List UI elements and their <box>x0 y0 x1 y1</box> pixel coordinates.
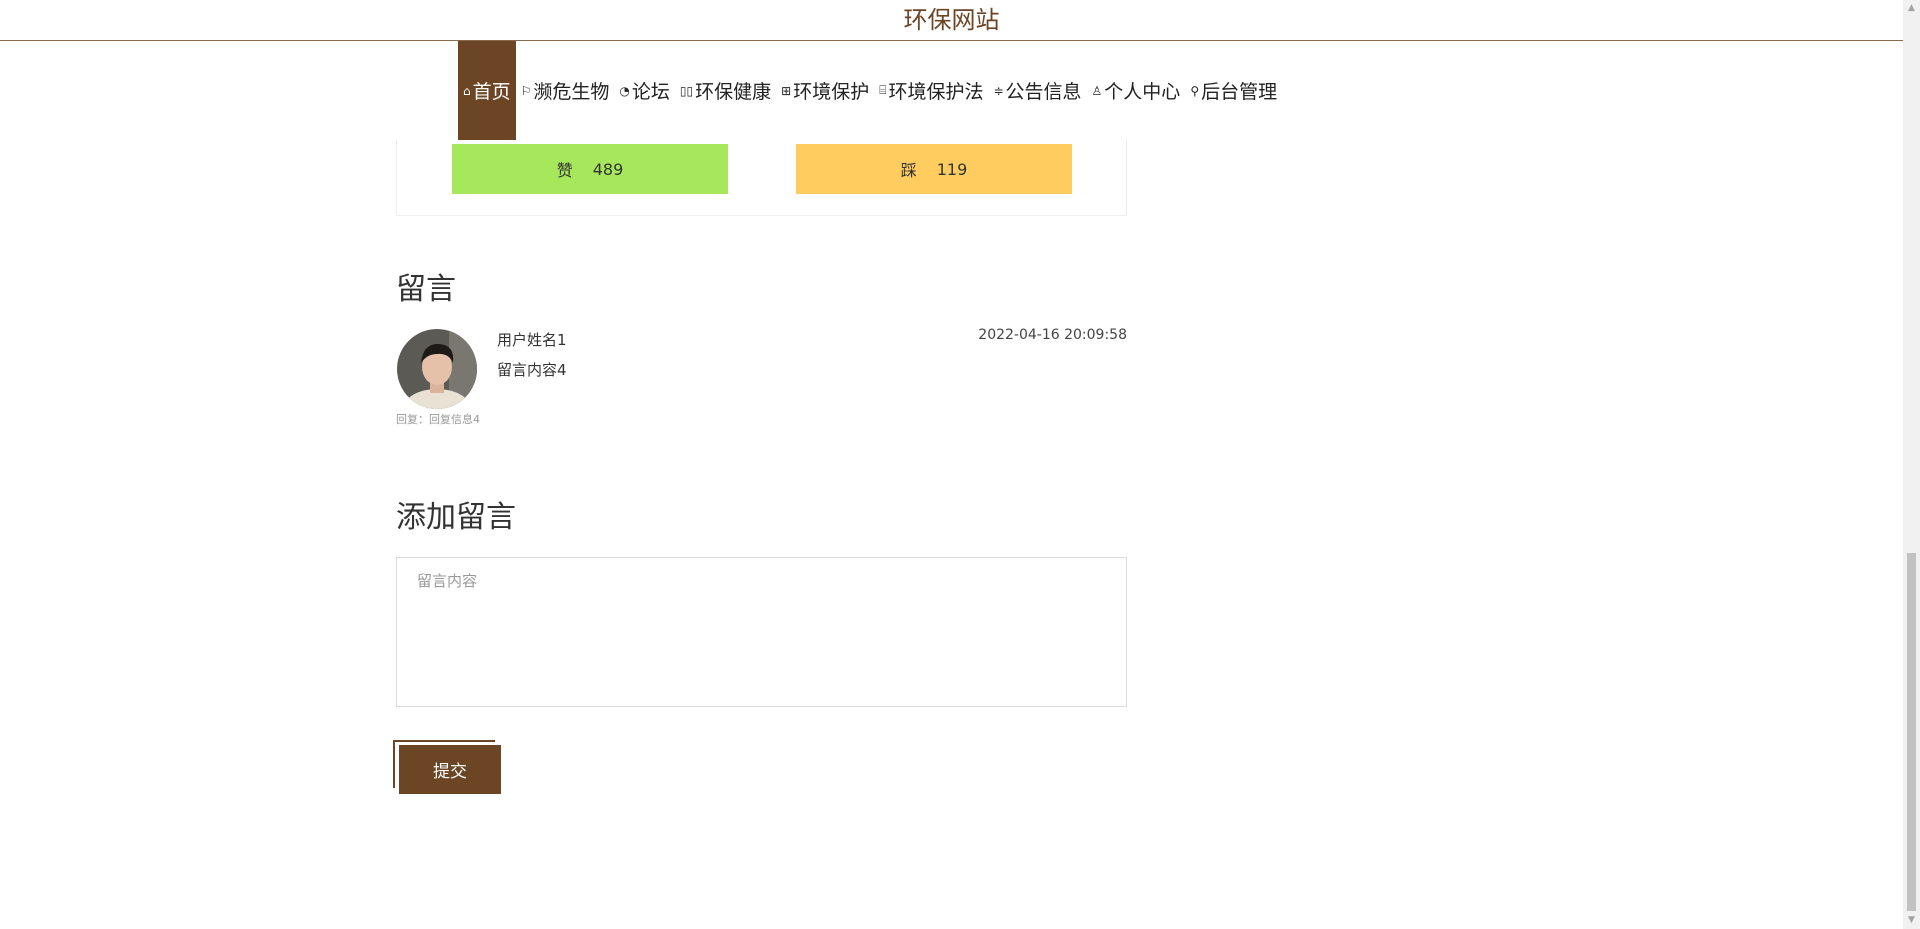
avatar <box>397 329 477 409</box>
flag-icon: ⚐ <box>520 83 532 98</box>
grid-icon: ⊞ <box>781 83 792 98</box>
nav-item-endangered-species[interactable]: ⚐ 濒危生物 <box>516 41 615 140</box>
nav-item-env-protection[interactable]: ⊞ 环境保护 <box>776 41 874 140</box>
nav-item-announcements[interactable]: ≑ 公告信息 <box>988 41 1086 140</box>
submit-button[interactable]: 提交 <box>399 745 501 794</box>
add-comment-heading: 添加留言 <box>396 500 516 535</box>
vote-panel: 赞 489 踩 119 <box>396 140 1127 216</box>
vertical-scrollbar[interactable]: ▲ ▼ <box>1903 0 1920 929</box>
dislike-button[interactable]: 踩 119 <box>796 144 1072 194</box>
link-icon: ⚲ <box>1190 83 1200 98</box>
scroll-thumb[interactable] <box>1907 553 1916 911</box>
like-button[interactable]: 赞 489 <box>452 144 728 194</box>
like-count: 489 <box>592 159 624 179</box>
dislike-count: 119 <box>936 159 968 179</box>
nav-item-home[interactable]: ⌂ 首页 <box>458 41 516 140</box>
scroll-up-arrow-icon[interactable]: ▲ <box>1903 0 1920 17</box>
comments-heading: 留言 <box>396 272 456 307</box>
scroll-down-arrow-icon[interactable]: ▼ <box>1903 912 1920 929</box>
building-icon: ⌸ <box>879 83 887 97</box>
site-title: 环保网站 <box>0 0 1903 41</box>
nav-item-env-law[interactable]: ⌸ 环境保护法 <box>874 41 988 140</box>
like-label: 赞 <box>556 161 573 180</box>
nav-item-label: 个人中心 <box>1104 81 1181 103</box>
dislike-label: 踩 <box>900 161 917 180</box>
comment-username: 用户姓名1 <box>497 331 567 349</box>
comment-reply: 回复：回复信息4 <box>396 413 480 426</box>
home-icon: ⌂ <box>463 83 471 98</box>
nav-item-label: 论坛 <box>631 81 670 103</box>
columns-icon: ▯▯ <box>679 83 694 98</box>
avatar-image <box>397 329 477 409</box>
nav-item-eco-health[interactable]: ▯▯ 环保健康 <box>675 41 776 140</box>
comment-time: 2022-04-16 20:09:58 <box>978 327 1127 343</box>
nav-item-label: 后台管理 <box>1201 81 1278 103</box>
main-nav: ⌂ 首页 ⚐ 濒危生物 ◔ 论坛 ▯▯ 环保健康 ⊞ 环境保护 ⌸ 环境保护法 … <box>458 41 1282 140</box>
comment-content: 留言内容4 <box>497 361 567 379</box>
nav-item-label: 环境保护法 <box>888 81 984 103</box>
nav-item-forum[interactable]: ◔ 论坛 <box>614 41 675 140</box>
nav-item-label: 濒危生物 <box>533 81 610 103</box>
nav-item-label: 环境保护 <box>793 81 870 103</box>
nav-item-label: 首页 <box>472 81 511 103</box>
gauge-icon: ◔ <box>619 83 630 98</box>
comment-textarea[interactable] <box>396 557 1127 707</box>
nav-item-profile[interactable]: ♙ 个人中心 <box>1087 41 1186 140</box>
nav-item-label: 公告信息 <box>1005 81 1082 103</box>
sliders-icon: ≑ <box>993 83 1004 98</box>
nav-item-label: 环保健康 <box>695 81 772 103</box>
nav-item-admin[interactable]: ⚲ 后台管理 <box>1185 41 1282 140</box>
user-icon: ♙ <box>1091 83 1103 98</box>
